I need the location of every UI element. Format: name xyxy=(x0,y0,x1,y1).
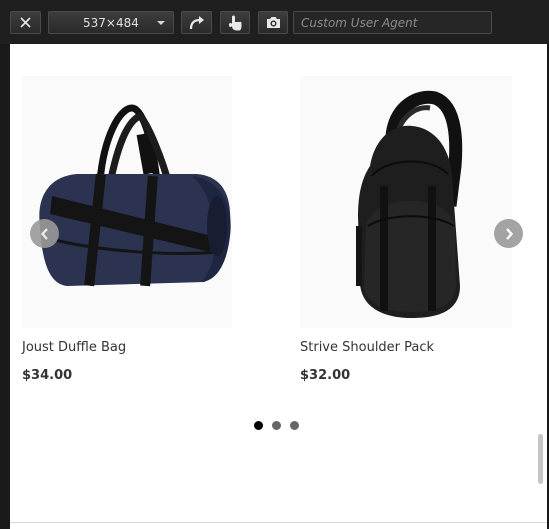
scrollbar-thumb[interactable] xyxy=(538,434,543,484)
rotate-icon xyxy=(189,15,204,29)
product-name[interactable]: Joust Duffle Bag xyxy=(22,340,126,355)
chevron-left-icon xyxy=(40,227,48,240)
close-icon xyxy=(20,17,31,28)
product-item[interactable]: Strive Shoulder Pack $32.00 xyxy=(300,76,528,383)
carousel-dot[interactable] xyxy=(272,421,281,430)
carousel-dot[interactable] xyxy=(254,421,263,430)
user-agent-input[interactable] xyxy=(293,11,492,34)
carousel-dot[interactable] xyxy=(290,421,299,430)
responsive-toolbar: 537×484 xyxy=(0,0,549,44)
carousel-next-button[interactable] xyxy=(494,219,523,248)
viewport-size-label: 537×484 xyxy=(83,15,139,30)
camera-icon xyxy=(266,17,280,28)
close-button[interactable] xyxy=(10,11,41,34)
chevron-down-icon xyxy=(157,21,165,25)
product-item[interactable]: Joust Duffle Bag $34.00 xyxy=(22,76,250,383)
product-image-duffle-bag[interactable] xyxy=(22,76,232,328)
duffle-bag-image xyxy=(39,104,231,287)
chevron-right-icon xyxy=(505,227,513,240)
touch-simulation-button[interactable] xyxy=(220,11,250,34)
carousel-pagination xyxy=(254,421,299,430)
shoulder-pack-image xyxy=(356,90,463,318)
screenshot-button[interactable] xyxy=(258,11,288,34)
product-price: $34.00 xyxy=(22,368,73,383)
viewport-size-select[interactable]: 537×484 xyxy=(48,11,174,34)
divider xyxy=(10,522,547,523)
product-image-shoulder-pack[interactable] xyxy=(300,76,512,328)
product-price: $32.00 xyxy=(300,368,351,383)
rotate-button[interactable] xyxy=(181,11,212,34)
page-viewport[interactable]: Joust Duffle Bag $34.00 Strive Shoulder … xyxy=(10,44,547,529)
carousel-prev-button[interactable] xyxy=(30,219,59,248)
touch-icon xyxy=(229,15,242,30)
product-name[interactable]: Strive Shoulder Pack xyxy=(300,340,434,355)
